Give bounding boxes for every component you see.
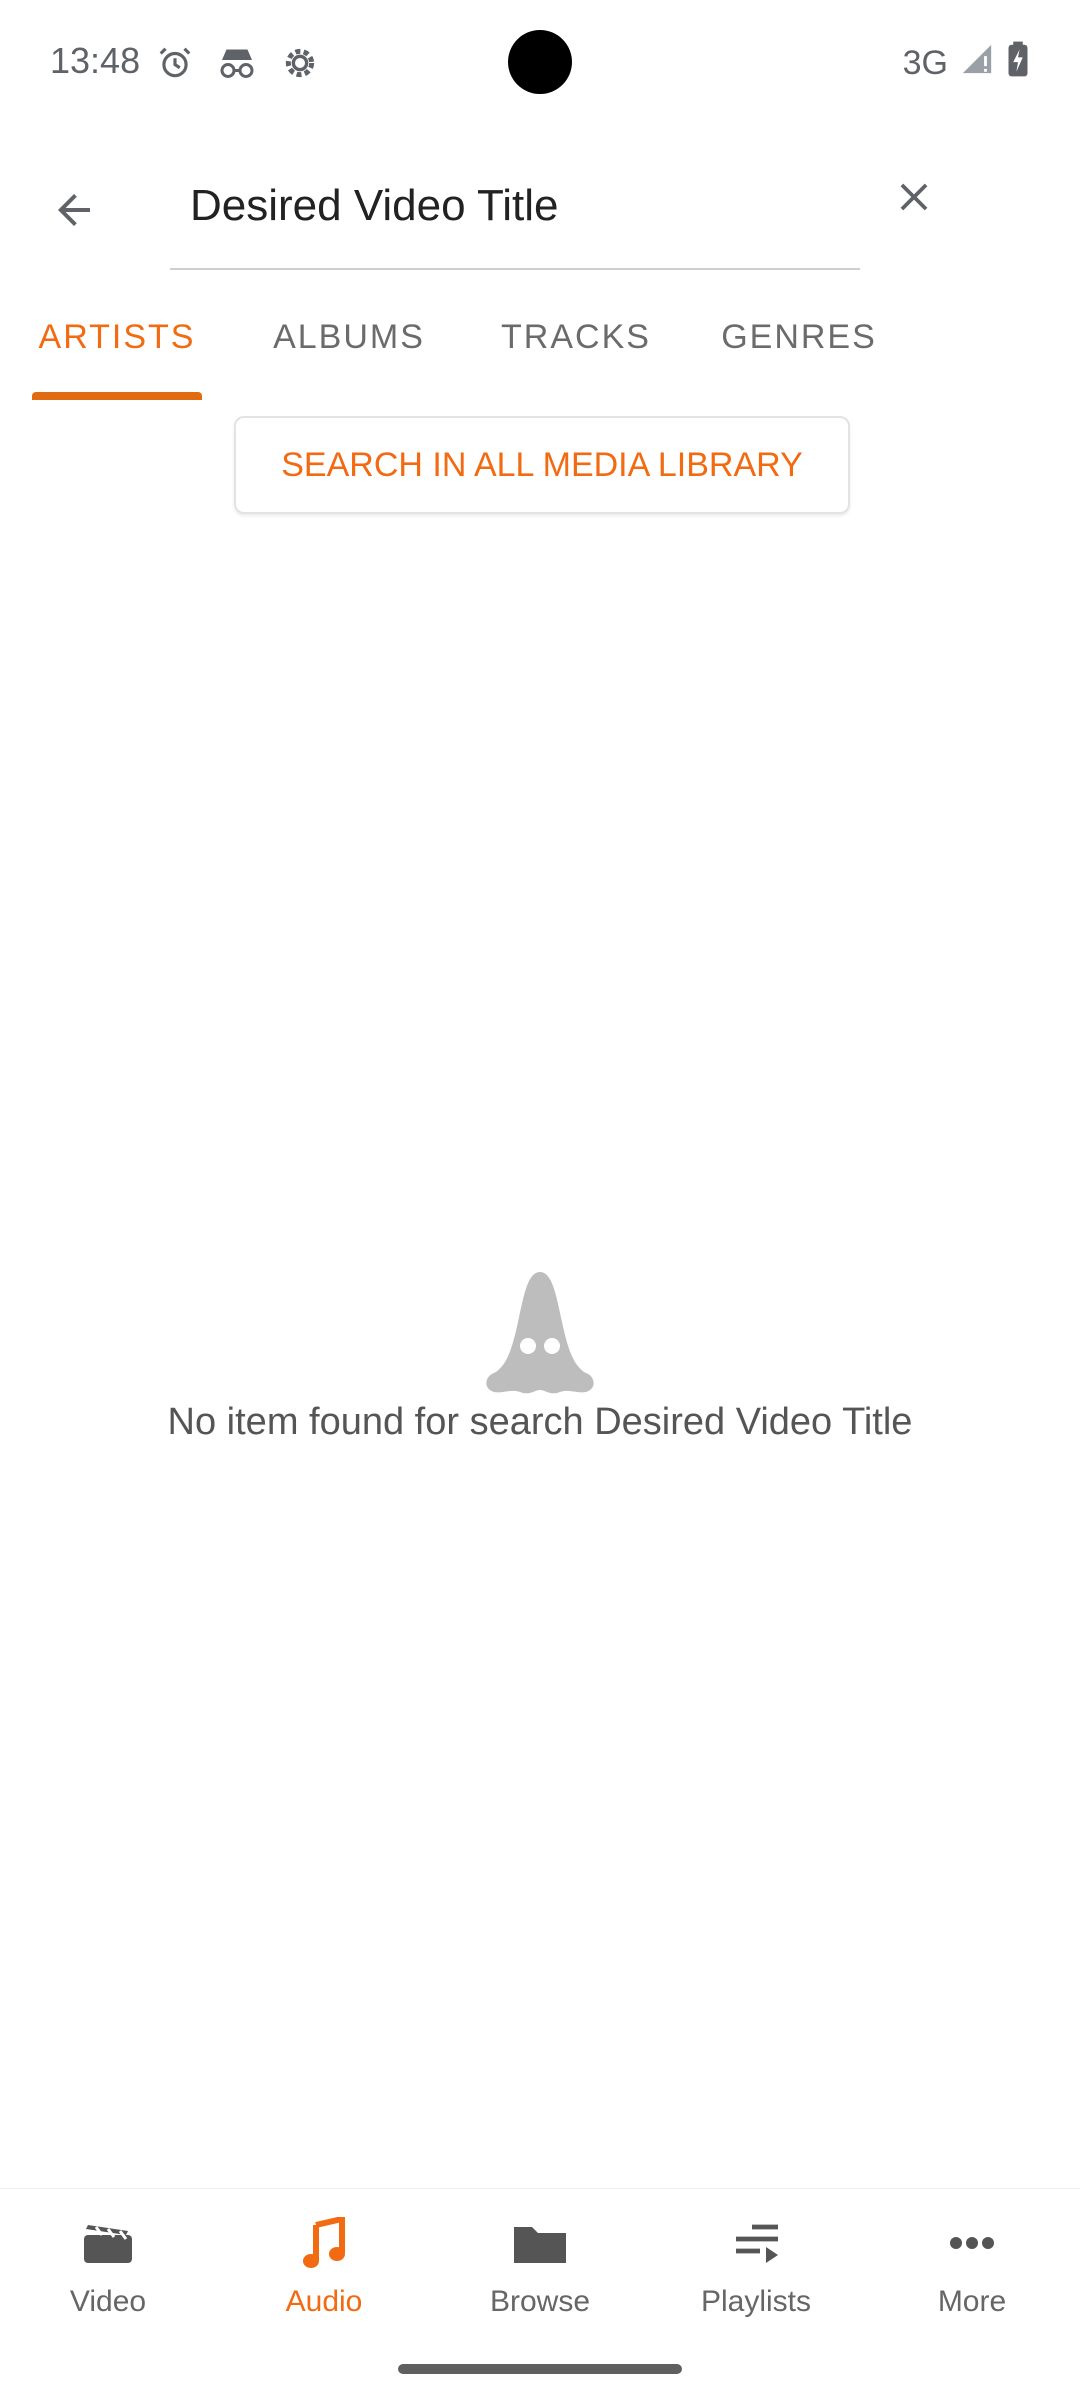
clear-search-button[interactable] — [862, 140, 966, 258]
nav-more-label: More — [937, 2285, 1007, 2318]
alarm-icon — [156, 44, 194, 87]
search-input[interactable] — [170, 154, 860, 258]
status-time: 13:48 — [50, 40, 141, 81]
network-type: 3G — [902, 44, 948, 82]
nav-audio-label: Audio — [285, 2285, 363, 2318]
active-tab-indicator — [32, 392, 202, 400]
arrow-back-icon — [50, 186, 98, 239]
status-icons — [156, 44, 320, 86]
search-all-row: SEARCH IN ALL MEDIA LIBRARY — [0, 400, 1080, 526]
tab-tracks-label: TRACKS — [501, 317, 651, 356]
signal-icon — [960, 42, 994, 85]
tab-artists[interactable]: ARTISTS — [0, 274, 234, 400]
tab-albums[interactable]: ALBUMS — [234, 274, 464, 400]
close-icon — [891, 174, 937, 225]
nav-browse[interactable]: Browse — [432, 2189, 648, 2339]
video-icon — [76, 2211, 140, 2275]
tab-genres[interactable]: GENRES — [688, 274, 910, 400]
empty-state-message: No item found for search Desired Video T… — [167, 1401, 913, 1443]
nav-audio[interactable]: Audio — [216, 2189, 432, 2339]
incognito-icon — [216, 44, 258, 87]
settings-gear-icon — [280, 43, 320, 88]
status-right: 3G — [903, 40, 1030, 87]
bottom-navigation: Video Audio Browse Playlists More — [0, 2188, 1080, 2339]
more-horizontal-icon — [940, 2211, 1004, 2275]
search-all-media-library-button[interactable]: SEARCH IN ALL MEDIA LIBRARY — [234, 416, 850, 514]
back-button[interactable] — [30, 168, 118, 256]
nav-playlists[interactable]: Playlists — [648, 2189, 864, 2339]
empty-state: No item found for search Desired Video T… — [0, 1252, 1080, 1592]
nav-more[interactable]: More — [864, 2189, 1080, 2339]
search-field-container — [170, 154, 860, 270]
nav-video[interactable]: Video — [0, 2189, 216, 2339]
nav-video-label: Video — [69, 2285, 147, 2318]
folder-icon — [508, 2211, 572, 2275]
camera-cutout — [508, 30, 572, 94]
tab-albums-label: ALBUMS — [273, 317, 425, 356]
search-toolbar — [0, 128, 1080, 274]
category-tabs: ARTISTS ALBUMS TRACKS GENRES — [0, 274, 1080, 400]
vlc-cone-icon — [470, 1264, 610, 1400]
status-bar: 13:48 3G — [0, 0, 1080, 128]
tab-genres-label: GENRES — [721, 317, 877, 356]
playlist-icon — [724, 2211, 788, 2275]
battery-charging-icon — [1006, 40, 1030, 87]
music-note-icon — [292, 2211, 356, 2275]
gesture-navigation-bar[interactable] — [398, 2364, 682, 2374]
tab-artists-label: ARTISTS — [38, 317, 196, 356]
nav-browse-label: Browse — [489, 2285, 591, 2318]
search-underline — [170, 268, 860, 270]
tab-tracks[interactable]: TRACKS — [464, 274, 688, 400]
nav-playlists-label: Playlists — [700, 2285, 812, 2318]
